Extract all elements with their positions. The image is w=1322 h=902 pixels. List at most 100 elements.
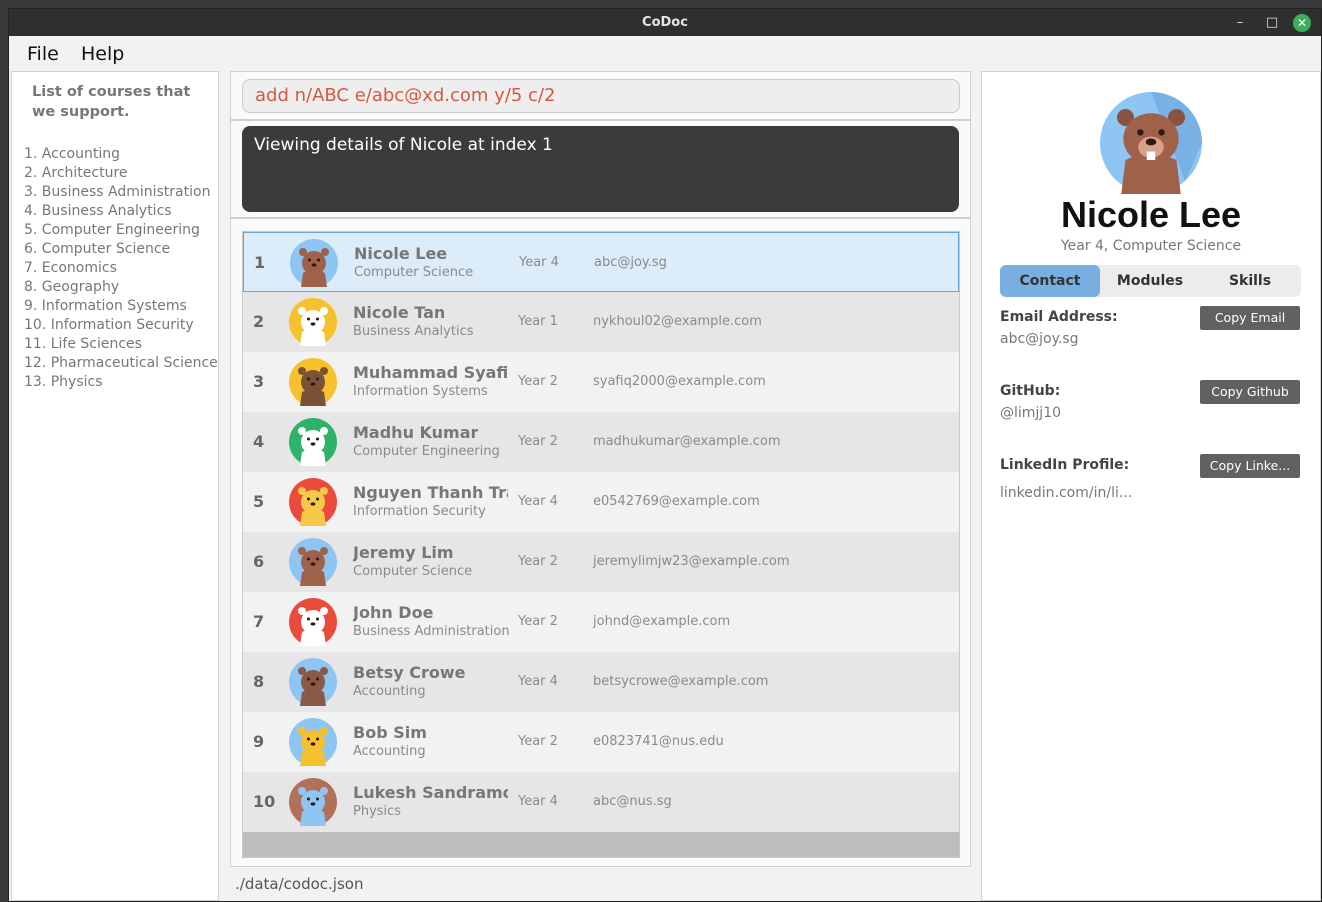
course-item: 2. Architecture [24, 165, 128, 181]
pufferfish-avatar [289, 478, 337, 526]
tab-contact[interactable]: Contact [1000, 265, 1100, 297]
person-email: betsycrowe@example.com [593, 674, 769, 689]
minimize-icon[interactable]: – [1231, 14, 1249, 32]
person-course: Information Systems [353, 384, 488, 399]
person-row[interactable]: 3 Muhammad Syafiq Information Systems Year … [243, 352, 959, 412]
detail-name: Nicole Lee [1060, 194, 1242, 235]
beaver-avatar [290, 239, 338, 287]
person-name: John Doe [353, 603, 434, 622]
person-name: Nicole Tan [353, 303, 446, 322]
chicken-avatar [289, 418, 337, 466]
duck-avatar [289, 598, 337, 646]
person-name: Lukesh Sandramor... [353, 783, 508, 802]
person-name: Muhammad Syafiq [353, 363, 508, 382]
person-email: abc@nus.sg [593, 794, 672, 809]
maximize-icon[interactable]: □ [1263, 14, 1281, 32]
person-row[interactable]: 9 Bob Sim Accounting Year 2 e0823741@nus.edu [243, 712, 959, 772]
detail-tabs: Contact Modules Skills [1000, 265, 1301, 297]
person-name: Nicole Lee [354, 244, 448, 263]
person-index: 5 [253, 492, 265, 511]
window-title: CoDoc [642, 15, 688, 30]
detail-subtitle: Year 4, Computer Science [1060, 238, 1242, 254]
course-item: 7. Economics [24, 260, 117, 276]
tab-skills[interactable]: Skills [1200, 265, 1300, 297]
panda-avatar [289, 298, 337, 346]
person-row[interactable]: 7 John Doe Business Administration Year 2 jo… [243, 592, 959, 652]
person-course: Business Administration [353, 624, 510, 639]
person-index: 1 [254, 253, 266, 272]
course-item: 10. Information Security [24, 317, 194, 333]
person-index: 7 [253, 612, 265, 631]
person-year: Year 2 [518, 734, 558, 749]
command-input[interactable] [255, 85, 945, 106]
person-year: Year 4 [518, 674, 558, 689]
github-value: @limjj10 [1000, 405, 1062, 421]
sloth-avatar [289, 358, 337, 406]
person-row[interactable]: 10 Lukesh Sandramor... Physics Year 4 abc@nu… [243, 772, 959, 832]
person-year: Year 4 [518, 794, 558, 809]
person-year: Year 2 [518, 614, 558, 629]
close-icon[interactable]: ✕ [1293, 14, 1311, 32]
linkedin-label: LinkedIn Profile: [1000, 457, 1130, 473]
person-email: e0542769@example.com [593, 494, 760, 509]
course-item: 12. Pharmaceutical Science [24, 355, 218, 371]
person-email: nykhoul02@example.com [593, 314, 762, 329]
menu-file[interactable]: File [27, 43, 59, 65]
person-row[interactable]: 1 Nicole Lee Computer Science Year 4 abc@joy… [243, 232, 959, 292]
course-item: 11. Life Sciences [24, 336, 142, 352]
person-index: 2 [253, 312, 265, 331]
person-email: abc@joy.sg [594, 255, 667, 270]
person-year: Year 4 [519, 255, 559, 270]
person-name: Betsy Crowe [353, 663, 466, 682]
person-course: Computer Engineering [353, 444, 500, 459]
person-year: Year 4 [518, 494, 558, 509]
person-course: Information Security [353, 504, 486, 519]
email-value: abc@joy.sg [1000, 331, 1079, 347]
course-item: 4. Business Analytics [24, 203, 172, 219]
course-list-title: List of courses that we support. [32, 84, 191, 120]
copy-linkedin-button[interactable]: Copy Linke... [1200, 454, 1300, 478]
person-row[interactable]: 5 Nguyen Thanh Tran Information Security Ye… [243, 472, 959, 532]
person-row[interactable]: 4 Madhu Kumar Computer Engineering Year 2 ma… [243, 412, 959, 472]
person-row[interactable]: 8 Betsy Crowe Accounting Year 4 betsycrowe@e… [243, 652, 959, 712]
menu-help[interactable]: Help [81, 43, 124, 65]
person-email: madhukumar@example.com [593, 434, 781, 449]
copy-email-button[interactable]: Copy Email [1200, 306, 1300, 330]
person-index: 10 [253, 792, 276, 811]
person-row[interactable]: 2 Nicole Tan Business Analytics Year 1 nykho… [243, 292, 959, 352]
person-name: Madhu Kumar [353, 423, 479, 442]
person-course: Computer Science [354, 265, 474, 280]
title-bar: CoDoc – □ ✕ [9, 9, 1321, 36]
result-text: Viewing details of Nicole at index 1 [254, 135, 553, 155]
beaver-avatar [1100, 92, 1202, 194]
person-email: e0823741@nus.edu [593, 734, 724, 749]
status-bar-path: ./data/codoc.json [235, 875, 364, 893]
person-list[interactable]: 1 Nicole Lee Computer Science Year 4 abc@joy… [242, 231, 960, 858]
person-course: Computer Science [353, 564, 473, 579]
person-index: 3 [253, 372, 265, 391]
hippo-avatar [289, 778, 337, 826]
app-window: CoDoc – □ ✕ File Help List of courses th… [8, 8, 1322, 902]
copy-github-button[interactable]: Copy Github [1200, 380, 1300, 404]
command-box[interactable] [242, 79, 960, 113]
person-row[interactable]: 6 Jeremy Lim Computer Science Year 2 jeremyl… [243, 532, 959, 592]
person-year: Year 1 [518, 314, 558, 329]
person-course: Business Analytics [353, 324, 474, 339]
detail-panel: Nicole Lee Year 4, Computer Science Cont… [981, 71, 1321, 901]
person-index: 4 [253, 432, 265, 451]
person-course: Accounting [353, 744, 426, 759]
course-list: 1. Accounting 2. Architecture 3. Business … [24, 145, 218, 392]
email-label: Email Address: [1000, 309, 1118, 325]
person-email: syafiq2000@example.com [593, 374, 766, 389]
course-item: 13. Physics [24, 374, 103, 390]
github-label: GitHub: [1000, 383, 1061, 399]
person-name: Jeremy Lim [353, 543, 454, 562]
menu-bar: File Help [9, 36, 1321, 70]
course-item: 1. Accounting [24, 146, 120, 162]
course-list-panel: List of courses that we support. 1. Acco… [11, 71, 219, 901]
tab-modules[interactable]: Modules [1100, 265, 1200, 297]
person-email: johnd@example.com [593, 614, 731, 629]
person-index: 6 [253, 552, 265, 571]
person-name: Nguyen Thanh Tran [353, 483, 508, 502]
person-year: Year 2 [518, 554, 558, 569]
